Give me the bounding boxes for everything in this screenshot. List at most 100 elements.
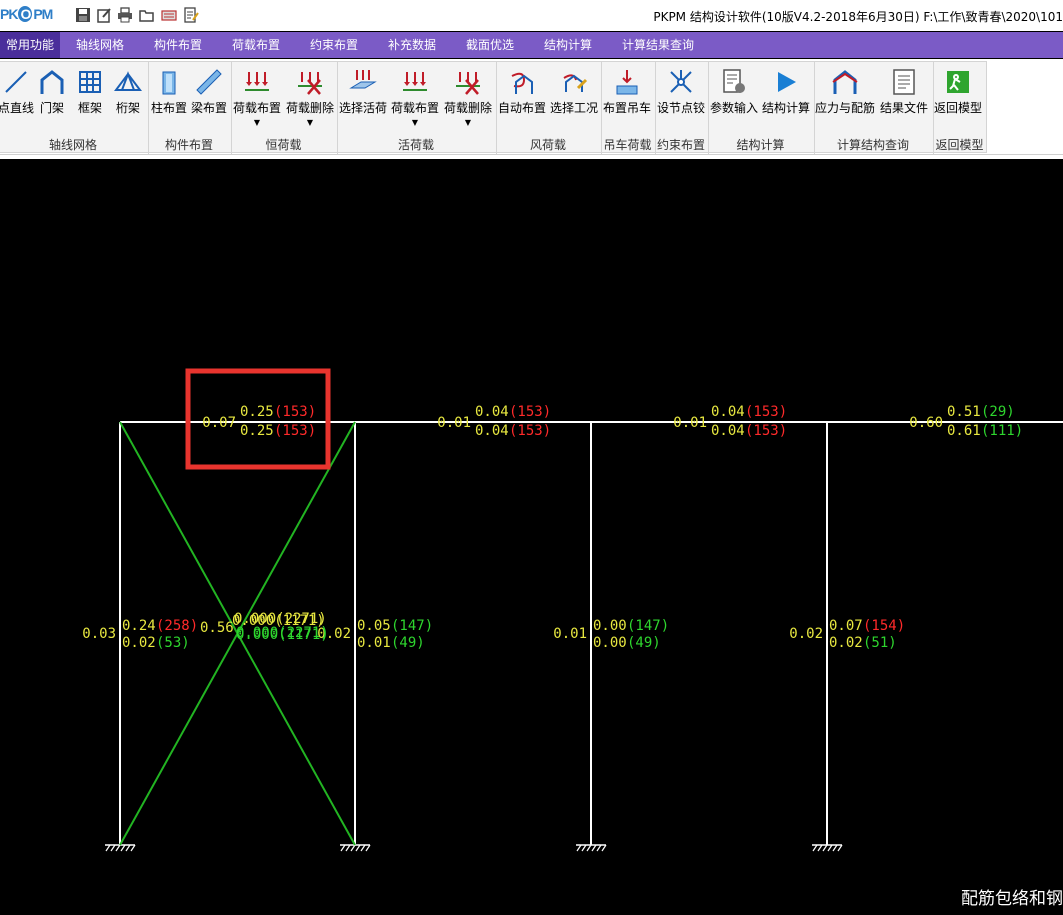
tab-8[interactable]: 结构计算 bbox=[538, 32, 598, 58]
column-bottom-ratio: 0.01 bbox=[357, 635, 391, 651]
tool-label: 应力与配筋 bbox=[814, 101, 875, 115]
group-separator bbox=[231, 62, 232, 154]
grid-frame-icon bbox=[79, 71, 101, 93]
support-hatch bbox=[345, 844, 351, 852]
beam-left-ratio: 0.60 bbox=[909, 415, 943, 431]
group-label-7: 约束布置 bbox=[656, 138, 705, 152]
tab-7[interactable]: 截面优选 bbox=[460, 32, 520, 58]
edit-icon[interactable] bbox=[96, 7, 112, 23]
tool-load-arrows-button[interactable]: 荷载布置 ▼ bbox=[231, 66, 283, 136]
group-label-5: 风荷载 bbox=[529, 138, 566, 152]
column-bottom-ratio: 0.02 bbox=[122, 635, 156, 651]
column-bottom-id: (49) bbox=[391, 635, 425, 651]
support-hatch bbox=[596, 844, 602, 852]
window-title: PKPM 结构设计软件(10版V4.2-2018年6月30日) F:\工作\致青… bbox=[653, 10, 1063, 24]
support-hatch bbox=[827, 844, 833, 852]
group-separator bbox=[601, 62, 602, 154]
tool-result-file-button[interactable]: 结果文件 bbox=[876, 66, 932, 136]
group-label-8: 结构计算 bbox=[736, 138, 785, 152]
column-top-id: (147) bbox=[391, 618, 433, 634]
exit-icon bbox=[947, 71, 969, 93]
column-top-ratio: 0.05 bbox=[357, 618, 391, 634]
run-icon bbox=[778, 72, 796, 92]
tab-5[interactable]: 约束布置 bbox=[304, 32, 364, 58]
column-left-ratio: 0.01 bbox=[553, 626, 587, 642]
tool-column-button[interactable]: 柱布置 bbox=[149, 66, 189, 136]
tool-wind-auto-button[interactable]: 自动布置 bbox=[496, 66, 548, 136]
tool-load-delete-button[interactable]: 荷载删除 ▼ bbox=[284, 66, 336, 136]
tool-crane-button[interactable]: 布置吊车 bbox=[601, 66, 653, 136]
column-bottom-id: (53) bbox=[156, 635, 190, 651]
support-hatch bbox=[105, 844, 111, 852]
tool-beam-button[interactable]: 梁布置 bbox=[189, 66, 229, 136]
beam-bottom-id: (153) bbox=[274, 423, 316, 439]
structure-drawing-canvas[interactable]: 0.070.25 (153)0.25 (153) 0.010.04 (153)0.04(… bbox=[0, 158, 1063, 915]
group-label-2: 构件布置 bbox=[164, 138, 213, 152]
tool-stress-button[interactable]: 应力与配筋 bbox=[814, 66, 876, 136]
beam-icon bbox=[196, 69, 222, 95]
support-hatch bbox=[832, 844, 838, 852]
tool-load-arrows-button[interactable]: 荷载布置 ▼ bbox=[389, 66, 441, 136]
support-hatch bbox=[581, 844, 587, 852]
bottom-note: 配筋包络和钢 bbox=[961, 889, 1063, 909]
chevron-down-icon[interactable]: ▼ bbox=[389, 118, 441, 127]
tool-run-button[interactable]: 结构计算 bbox=[760, 66, 812, 136]
tool-label: 结构计算 bbox=[761, 101, 810, 115]
truss-icon bbox=[114, 71, 142, 91]
column-left-ratio: 0.03 bbox=[82, 626, 116, 642]
group-label-1: 轴线网格 bbox=[48, 138, 97, 152]
tool-label: 荷载布置 bbox=[232, 101, 281, 115]
tool-portal-frame-button[interactable]: 门架 bbox=[35, 66, 69, 136]
beam-top-ratio: 0.04 bbox=[475, 404, 509, 420]
beam-top-ratio: 0.25 bbox=[240, 404, 274, 420]
parameter-icon bbox=[723, 69, 745, 93]
tool-select-live-load-button[interactable]: 选择活荷 bbox=[337, 66, 389, 136]
beam-bottom-ratio: 0.04 bbox=[475, 423, 509, 439]
open-folder-icon[interactable] bbox=[139, 7, 155, 23]
stress-icon bbox=[832, 70, 858, 94]
group-label-6: 吊车荷载 bbox=[603, 138, 652, 152]
tab-6[interactable]: 补充数据 bbox=[382, 32, 442, 58]
tool-load-delete-button[interactable]: 荷载删除 ▼ bbox=[442, 66, 494, 136]
hinge-icon bbox=[670, 70, 692, 93]
tab-4[interactable]: 荷载布置 bbox=[226, 32, 286, 58]
chevron-down-icon[interactable]: ▼ bbox=[231, 118, 283, 127]
column-bottom-ratio: 0.00 bbox=[593, 635, 627, 651]
load-delete-icon bbox=[456, 72, 480, 95]
support-hatch bbox=[576, 844, 582, 852]
beam-bottom-id: (111) bbox=[981, 423, 1023, 439]
tab-2[interactable]: 轴线网格 bbox=[70, 32, 130, 58]
beam-top-id: (153) bbox=[274, 404, 316, 420]
column-top-id: (258) bbox=[156, 618, 198, 634]
support-hatch bbox=[365, 844, 371, 852]
keyboard-icon[interactable] bbox=[161, 7, 177, 23]
select-live-load-icon bbox=[349, 70, 377, 89]
save-icon[interactable] bbox=[75, 7, 91, 23]
support-hatch bbox=[822, 844, 828, 852]
load-arrows-icon bbox=[403, 72, 427, 91]
print-icon[interactable] bbox=[117, 7, 133, 23]
tool-exit-button[interactable]: 返回模型 bbox=[933, 66, 983, 136]
tool-label: 选择工况 bbox=[549, 101, 598, 115]
tool-parameter-button[interactable]: 参数输入 bbox=[708, 66, 760, 136]
tool-label: 结果文件 bbox=[879, 101, 928, 115]
support-hatch bbox=[586, 844, 592, 852]
tool-label: 参数输入 bbox=[709, 101, 758, 115]
ribbon-toolbar: 点直线 门架 框架 桁架 轴线网格 柱布置 梁布置 构件布置 荷载布置 ▼ 荷载删除 ▼ 恒荷载 选择活荷… bbox=[0, 59, 1063, 158]
tool-hinge-button[interactable]: 设节点铰 bbox=[655, 66, 707, 136]
tool-truss-button[interactable]: 桁架 bbox=[109, 66, 147, 136]
tab-9[interactable]: 计算结果查询 bbox=[616, 32, 700, 58]
tool-wind-case-button[interactable]: 选择工况 bbox=[548, 66, 600, 136]
support-hatch bbox=[115, 844, 121, 852]
chevron-down-icon[interactable]: ▼ bbox=[442, 118, 494, 127]
support-hatch bbox=[360, 844, 366, 852]
tab-3[interactable]: 构件布置 bbox=[148, 32, 208, 58]
group-separator bbox=[337, 62, 338, 154]
column-icon bbox=[162, 71, 176, 95]
tool-label: 自动布置 bbox=[497, 101, 546, 115]
notes-icon[interactable] bbox=[183, 7, 199, 23]
tool-line-button[interactable]: 点直线 bbox=[0, 66, 34, 136]
chevron-down-icon[interactable]: ▼ bbox=[284, 118, 336, 127]
tab-1[interactable]: 常用功能 bbox=[0, 32, 61, 58]
tool-grid-frame-button[interactable]: 框架 bbox=[71, 66, 109, 136]
